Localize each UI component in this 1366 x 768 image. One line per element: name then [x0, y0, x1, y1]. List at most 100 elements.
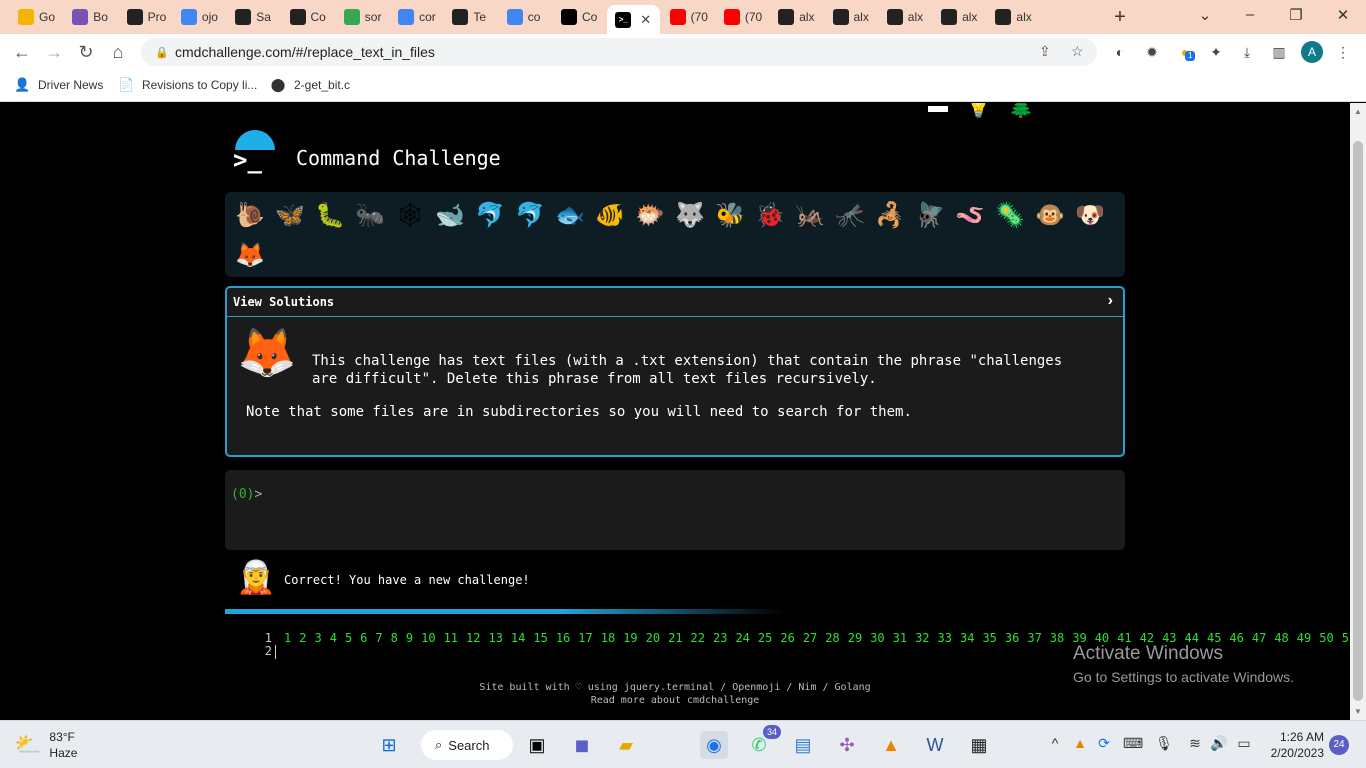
level-link[interactable]: 51 [1342, 631, 1350, 645]
browser-tab[interactable]: Go [10, 5, 61, 29]
creature-icon[interactable]: 🐶 [1070, 196, 1110, 236]
teams-icon[interactable]: ◼ [568, 731, 596, 759]
profile-avatar[interactable]: A [1301, 41, 1323, 63]
extension-badge-icon[interactable]: ●1 [1176, 43, 1196, 61]
browser-tab[interactable]: Pro [119, 5, 170, 29]
creature-icon[interactable]: 🐬 [470, 196, 510, 236]
level-link[interactable]: 29 [848, 631, 862, 645]
creature-icon[interactable]: 🦟 [830, 196, 870, 236]
level-link[interactable]: 12 [466, 631, 480, 645]
level-link[interactable]: 11 [444, 631, 458, 645]
creature-icon[interactable]: 🐋 [430, 196, 470, 236]
browser-tab[interactable]: Bo [64, 5, 115, 29]
chevron-up-icon[interactable]: ^ [1046, 735, 1064, 751]
level-link[interactable]: 20 [646, 631, 660, 645]
level-link[interactable]: 1 [284, 631, 291, 645]
address-bar[interactable]: 🔒 cmdchallenge.com/#/replace_text_in_fil… [141, 38, 1097, 66]
slack-icon[interactable]: ✣ [833, 731, 861, 759]
creature-icon[interactable]: 🐌 [230, 196, 270, 236]
level-link[interactable]: 28 [825, 631, 839, 645]
page-scrollbar[interactable]: ▲ ▼ [1350, 103, 1366, 720]
sync-icon[interactable]: ⟳ [1095, 735, 1113, 752]
level-link[interactable]: 9 [406, 631, 413, 645]
creature-icon[interactable]: 🐺 [670, 196, 710, 236]
close-tab-icon[interactable]: ✕ [640, 12, 651, 28]
notification-badge[interactable]: 24 [1329, 735, 1349, 755]
mail-icon[interactable]: ✉ [1095, 103, 1112, 120]
creature-icon[interactable]: 🦂 [870, 196, 910, 236]
browser-tab[interactable]: alx [770, 5, 821, 29]
windows-start-icon[interactable]: ⊞ [375, 731, 403, 759]
level-link[interactable]: 4 [330, 631, 337, 645]
level-link[interactable]: 30 [870, 631, 884, 645]
level-link[interactable]: 15 [533, 631, 547, 645]
level-link[interactable]: 35 [982, 631, 996, 645]
level-link[interactable]: 50 [1319, 631, 1333, 645]
level-link[interactable]: 34 [960, 631, 974, 645]
minimize-button[interactable]: – [1240, 6, 1260, 23]
word-icon[interactable]: W [921, 731, 949, 759]
weather-widget[interactable]: ⛅ 83°F Haze [14, 729, 77, 761]
level-link[interactable]: 17 [578, 631, 592, 645]
level-link[interactable]: 21 [668, 631, 682, 645]
share-icon[interactable]: ⇪ [1039, 43, 1051, 60]
scrollbar-thumb[interactable] [1353, 141, 1363, 701]
level-link[interactable]: 24 [735, 631, 749, 645]
creature-icon[interactable]: 🐬 [510, 196, 550, 236]
view-solutions-header[interactable]: View Solutions › [227, 288, 1123, 317]
side-panel-icon[interactable]: ▥ [1270, 43, 1288, 61]
clock[interactable]: 1:26 AM 2/20/2023 [1262, 729, 1324, 761]
level-link[interactable]: 2 [299, 631, 306, 645]
creature-icon[interactable]: 🦠 [990, 196, 1030, 236]
vlc-tray-icon[interactable]: ▲ [1071, 735, 1089, 751]
lightbulb-icon[interactable]: 💡 [966, 103, 991, 120]
reload-button[interactable]: ↻ [76, 42, 96, 62]
level-link[interactable]: 13 [488, 631, 502, 645]
home-button[interactable]: ⌂ [108, 42, 128, 62]
level-link[interactable]: 26 [780, 631, 794, 645]
new-tab-button[interactable]: + [1110, 6, 1130, 29]
browser-tab[interactable]: >_ ✕ [607, 5, 661, 34]
creature-icon[interactable]: 🐡 [630, 196, 670, 236]
creature-icon[interactable]: 🐜 [350, 196, 390, 236]
creature-icon[interactable]: 🐟 [550, 196, 590, 236]
level-link[interactable]: 10 [421, 631, 435, 645]
browser-tab[interactable]: Te [444, 5, 495, 29]
footer-about-link[interactable]: Read more about cmdchallenge [0, 694, 1350, 707]
browser-tab[interactable]: (70 [716, 5, 767, 29]
bookmark-driver-news[interactable]: 👤 Driver News [14, 77, 103, 93]
level-link[interactable]: 31 [893, 631, 907, 645]
battery-icon[interactable]: ▭ [1235, 735, 1253, 752]
level-link[interactable]: 5 [345, 631, 352, 645]
browser-tab[interactable]: alx [933, 5, 984, 29]
wifi-icon[interactable]: ≋ [1186, 735, 1204, 752]
volume-icon[interactable]: 🔊 [1210, 735, 1228, 752]
scroll-up-icon[interactable]: ▲ [1354, 107, 1362, 116]
tree-icon[interactable]: 🌲 [1009, 103, 1034, 120]
creature-icon[interactable]: 🦋 [270, 196, 310, 236]
back-button[interactable]: ← [12, 42, 32, 62]
browser-tab[interactable]: alx [825, 5, 876, 29]
extension-icon[interactable]: ◐ [1111, 43, 1129, 61]
creature-icon[interactable]: 🦊 [230, 236, 270, 276]
creature-icon[interactable]: 🦗 [790, 196, 830, 236]
browser-tab[interactable]: sor [336, 5, 387, 29]
menu-icon[interactable]: ⋮ [1334, 43, 1352, 61]
terminal-input[interactable]: (0)> [225, 470, 1125, 550]
maximize-button[interactable]: ❐ [1286, 6, 1306, 24]
level-link[interactable]: 3 [314, 631, 321, 645]
keyboard-icon[interactable]: ⌨ [1123, 735, 1143, 752]
shield-icon[interactable]: 🛡 [1052, 103, 1077, 120]
creature-icon[interactable]: 🐛 [310, 196, 350, 236]
download-icon[interactable]: ⤓ [1238, 43, 1256, 61]
level-link[interactable]: 14 [511, 631, 525, 645]
browser-tab[interactable]: Co [282, 5, 333, 29]
level-link[interactable]: 19 [623, 631, 637, 645]
level-link[interactable]: 33 [938, 631, 952, 645]
creature-icon[interactable]: 🐞 [750, 196, 790, 236]
level-link[interactable]: 23 [713, 631, 727, 645]
browser-tab[interactable]: (70 [662, 5, 713, 29]
bookmark-get-bit[interactable]: ⬤ 2-get_bit.c [270, 77, 350, 93]
bookmark-star-icon[interactable]: ☆ [1071, 43, 1084, 60]
terminal-app-icon[interactable]: ▦ [965, 731, 993, 759]
